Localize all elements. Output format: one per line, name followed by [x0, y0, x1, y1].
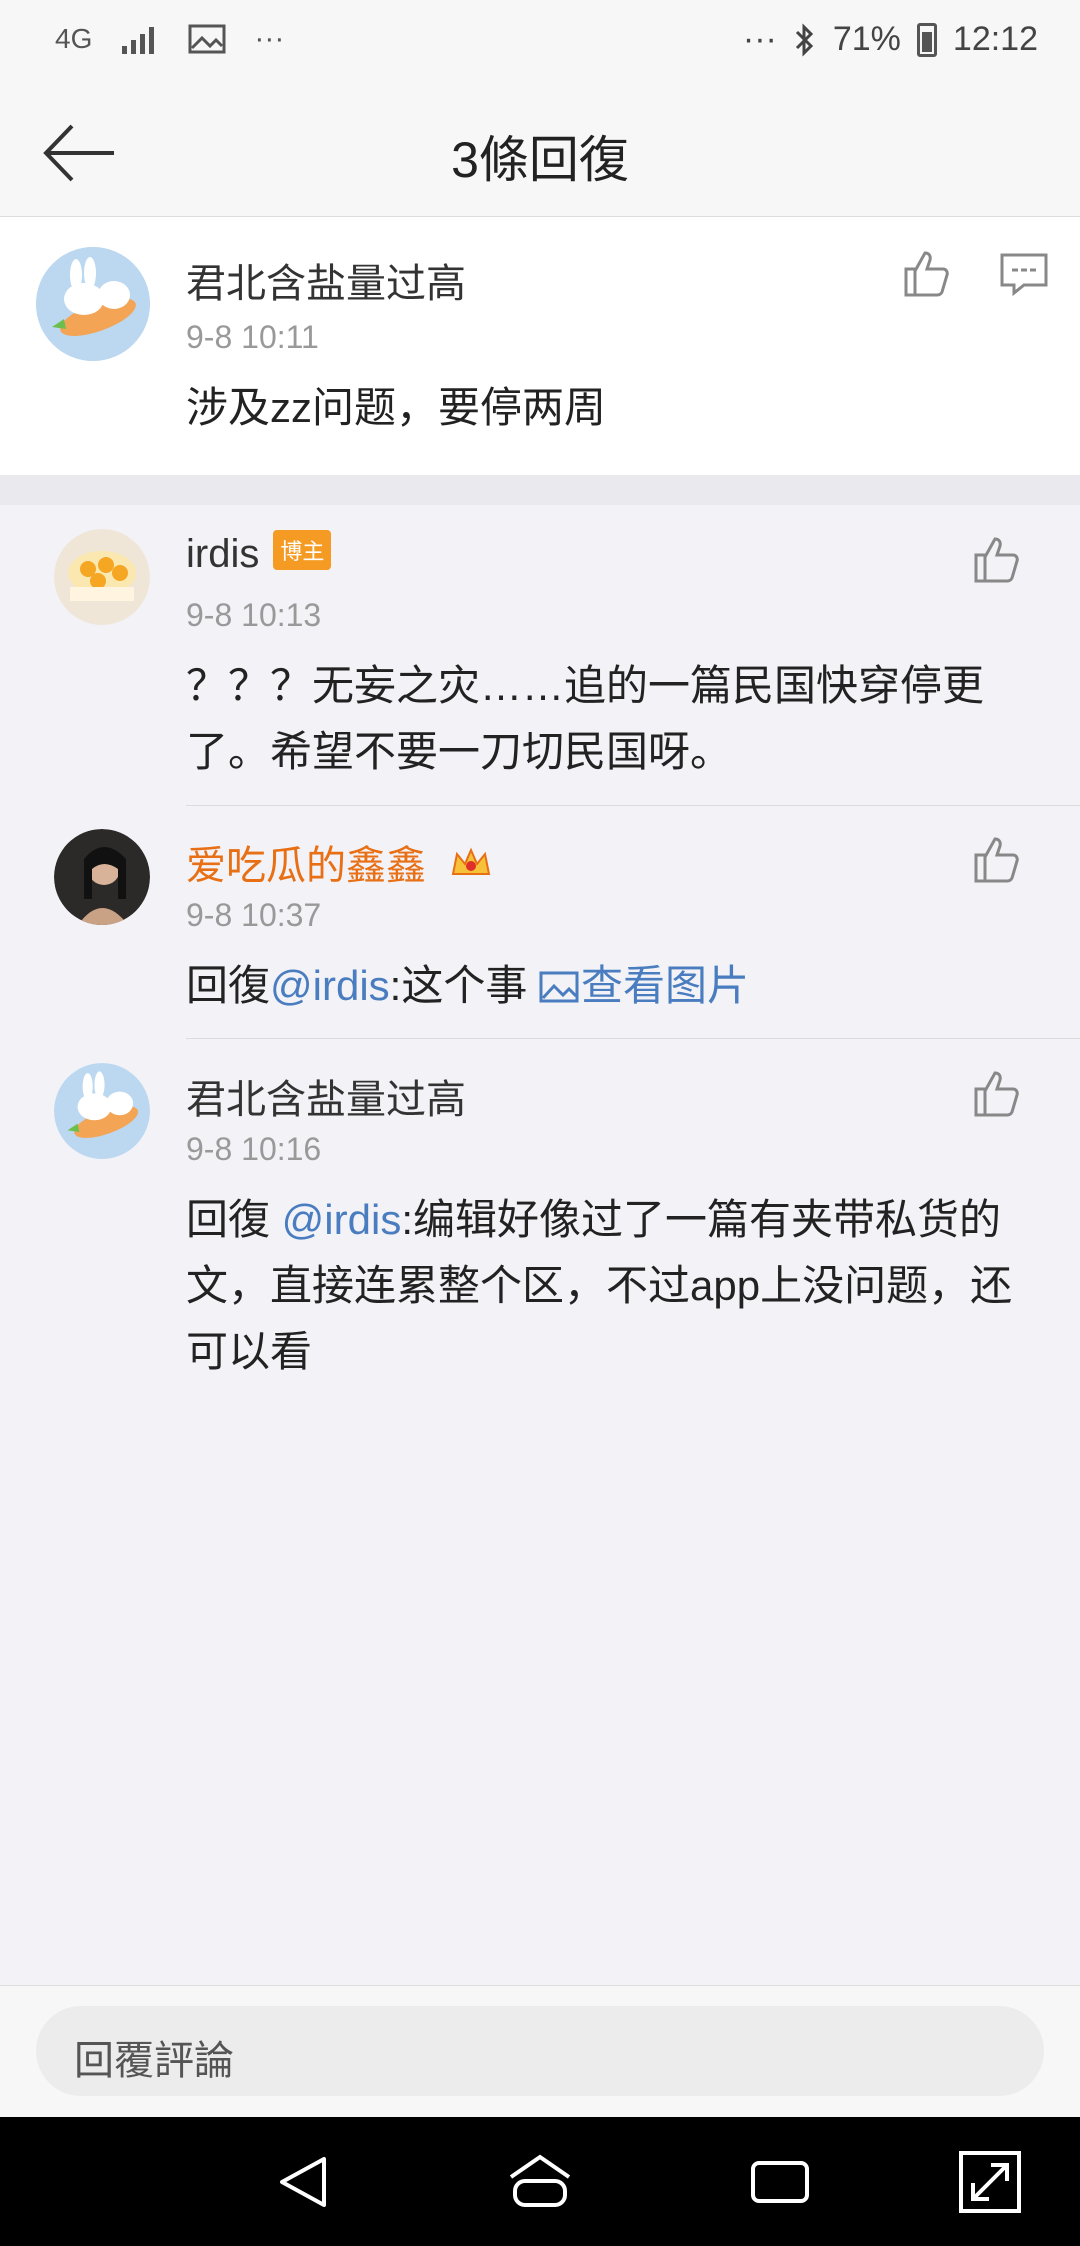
- like-icon[interactable]: [970, 1067, 1022, 1119]
- image-icon: [539, 971, 579, 1003]
- reply-text: ？？？无妄之灾……追的一篇民国快穿停更 了。希望不要一刀切民国呀。: [186, 662, 985, 775]
- reply-input-bar: 回覆評論: [0, 1985, 1080, 2118]
- battery-percent: 71%: [832, 20, 901, 58]
- reply-input-placeholder: 回覆評論: [74, 2039, 234, 2083]
- like-icon[interactable]: [970, 833, 1022, 885]
- battery-icon: [916, 22, 937, 57]
- comment-text: 涉及zz问题，要停两周: [186, 384, 607, 431]
- like-icon[interactable]: [900, 247, 952, 299]
- page-title: 3條回復: [451, 132, 629, 188]
- orange-cake-avatar-icon: [54, 529, 150, 625]
- image-notification-icon: [188, 24, 226, 54]
- title-bar: 3條回復: [0, 88, 1080, 217]
- nav-expand-icon[interactable]: [955, 2147, 1025, 2217]
- bunny-carrot-avatar-icon: [36, 247, 150, 361]
- reply-time: 9-8 10:16: [186, 1131, 322, 1167]
- view-image-link[interactable]: 查看图片: [539, 962, 749, 1009]
- comment-time: 9-8 10:11: [186, 319, 319, 355]
- root-comment: 君北含盐量过高 9-8 10:11 涉及zz问题，要停两周: [0, 217, 1080, 475]
- vip-crown-icon: [451, 847, 491, 876]
- reply-author[interactable]: irdis 博主: [186, 530, 332, 577]
- reply-author[interactable]: 爱吃瓜的鑫鑫: [186, 833, 493, 891]
- reply-time: 9-8 10:37: [186, 897, 322, 933]
- system-nav-bar: [0, 2117, 1080, 2246]
- reply-divider: [186, 1038, 1080, 1039]
- nav-recents-icon[interactable]: [745, 2147, 815, 2217]
- reply-input[interactable]: 回覆評論: [36, 2006, 1044, 2096]
- person-photo-avatar-icon: [54, 829, 150, 925]
- clock: 12:12: [952, 20, 1038, 58]
- like-icon[interactable]: [970, 533, 1022, 585]
- nav-back-icon[interactable]: [270, 2147, 340, 2217]
- nav-home-icon[interactable]: [505, 2147, 575, 2217]
- avatar[interactable]: [54, 1063, 150, 1159]
- blogger-badge: 博主: [273, 530, 332, 571]
- reply-text: 回復@irdis:这个事 查看图片: [186, 962, 750, 1009]
- reply-divider: [186, 805, 1080, 806]
- section-divider: [0, 475, 1080, 505]
- comment-author[interactable]: 君北含盐量过高: [186, 251, 466, 309]
- reply-author[interactable]: 君北含盐量过高: [186, 1067, 466, 1125]
- more-status-icon: ···: [742, 20, 777, 58]
- mention-link[interactable]: @irdis: [270, 962, 390, 1009]
- bluetooth-icon: [795, 22, 813, 57]
- more-notifications-icon: ···: [254, 22, 285, 55]
- comment-icon[interactable]: [998, 247, 1050, 299]
- avatar[interactable]: [54, 529, 150, 625]
- bunny-carrot-avatar-icon: [54, 1063, 150, 1159]
- avatar[interactable]: [36, 247, 150, 361]
- mention-link[interactable]: @irdis: [282, 1196, 402, 1243]
- reply-text: 回復 @irdis:编辑好像过了一篇有夹带私货的 文，直接连累整个区，不过app…: [186, 1196, 1013, 1375]
- network-icon: 4G: [55, 23, 93, 54]
- signal-icon: [122, 27, 155, 54]
- reply-time: 9-8 10:13: [186, 597, 322, 633]
- status-bar: 4G ··· ··· 71% 12:12: [0, 0, 1080, 88]
- avatar[interactable]: [54, 829, 150, 925]
